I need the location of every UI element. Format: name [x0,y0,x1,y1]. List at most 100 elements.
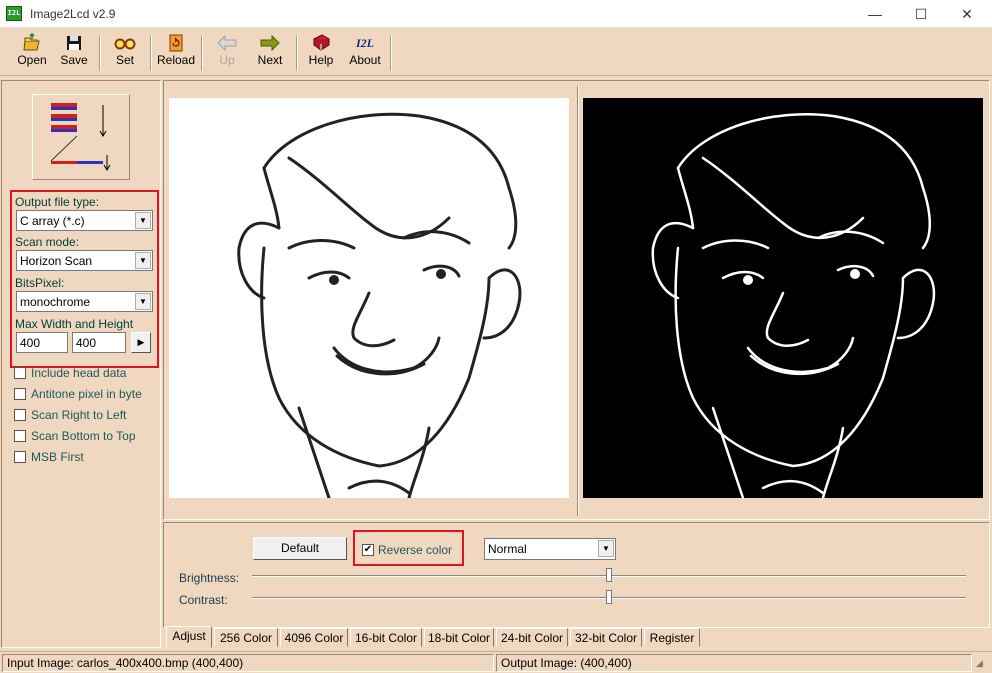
bits-pixel-value: monochrome [20,295,91,309]
tab-16-bit-color[interactable]: 16-bit Color [350,628,422,647]
chevron-down-icon[interactable]: ▼ [598,540,614,557]
tab-register[interactable]: Register [644,628,700,647]
open-label: Open [17,53,47,67]
about-label: About [349,53,381,67]
help-label: Help [308,53,334,67]
input-image-status: Input Image: carlos_400x400.bmp (400,400… [2,654,494,672]
tab-18-bit-color[interactable]: 18-bit Color [424,628,494,647]
i2l-logo-icon: I2L [356,36,374,50]
tab-24-bit-color[interactable]: 24-bit Color [496,628,568,647]
open-button[interactable]: Open [12,33,52,73]
status-bar: Input Image: carlos_400x400.bmp (400,400… [0,651,992,673]
save-label: Save [60,53,88,67]
scan-mode-value: Horizon Scan [20,254,93,268]
help-button[interactable]: Help [303,33,339,73]
play-arrow-icon: ▶ [137,337,145,347]
output-type-select[interactable]: C array (*.c) ▼ [16,210,153,231]
max-width-value: 400 [20,336,41,350]
tab-32-bit-color[interactable]: 32-bit Color [570,628,642,647]
glasses-icon [114,38,136,50]
close-button[interactable]: ✕ [944,0,990,28]
max-height-input[interactable]: 400 [72,332,126,353]
brightness-label: Brightness: [179,571,240,585]
color-mode-value: Normal [488,542,527,556]
reverse-color-checkbox[interactable]: ✔ [362,544,374,556]
option-checkbox[interactable] [14,388,26,400]
contrast-thumb[interactable] [606,590,612,604]
option-checkbox[interactable] [14,367,26,379]
option-label: Scan Right to Left [31,408,127,422]
max-size-label: Max Width and Height [15,317,134,331]
output-type-value: C array (*.c) [20,214,85,228]
toolbar: Open Save Set Reload Up Next Help I2L Ab… [0,29,992,76]
chevron-down-icon[interactable]: ▼ [135,293,151,310]
reload-button[interactable]: Reload [156,33,196,73]
brightness-thumb[interactable] [606,568,612,582]
max-width-input[interactable]: 400 [16,332,68,353]
reload-label: Reload [156,53,196,67]
image-divider [577,86,579,516]
caricature-drawing [237,112,522,500]
input-image [169,98,569,500]
toolbar-separator [201,35,203,71]
help-book-icon [313,34,330,51]
option-checkbox[interactable] [14,430,26,442]
resize-grip-icon[interactable]: ◢ [976,658,990,672]
set-button[interactable]: Set [107,33,143,73]
checkmark-icon: ✔ [363,544,373,555]
bits-pixel-select[interactable]: monochrome ▼ [16,291,153,312]
tab-adjust[interactable]: Adjust [166,626,212,648]
toolbar-separator [99,35,101,71]
up-button[interactable]: Up [210,33,244,73]
output-settings-group: Output file type: C array (*.c) ▼ Scan m… [10,190,159,368]
set-label: Set [115,53,134,67]
reverse-color-group: ✔ Reverse color [353,530,464,566]
save-button[interactable]: Save [56,33,92,73]
option-checkbox[interactable] [14,451,26,463]
tab-4096-color[interactable]: 4096 Color [280,628,348,647]
floppy-disk-icon [67,36,81,50]
open-folder-icon [23,33,40,51]
scan-preview [32,94,130,180]
reverse-color-label: Reverse color [378,543,453,557]
max-height-value: 400 [76,336,97,350]
up-label: Up [219,53,235,67]
output-image-status: Output Image: (400,400) [496,654,972,672]
right-arrow-icon [260,34,280,52]
up-arrow-icon [217,34,237,52]
toolbar-separator [150,35,152,71]
scan-direction-icon [50,103,111,171]
app-icon: I2L [6,6,22,21]
bits-pixel-label: BitsPixel: [15,276,65,290]
reload-icon [169,34,183,52]
settings-panel: Output file type: C array (*.c) ▼ Scan m… [1,80,161,648]
about-button[interactable]: I2L About [344,33,386,73]
caricature-inverted [651,113,936,500]
option-label: Include head data [31,366,127,380]
option-checkbox[interactable] [14,409,26,421]
default-button[interactable]: Default [253,537,347,560]
scan-mode-select[interactable]: Horizon Scan ▼ [16,250,153,271]
output-image [583,98,983,500]
apply-size-button[interactable]: ▶ [131,332,151,353]
output-type-label: Output file type: [15,195,100,209]
maximize-button[interactable]: ☐ [898,0,944,28]
scan-mode-label: Scan mode: [15,235,80,249]
toolbar-separator [390,35,392,71]
next-label: Next [257,53,283,67]
tab-256-color[interactable]: 256 Color [214,628,278,647]
contrast-label: Contrast: [179,593,228,607]
title-bar: I2L Image2Lcd v2.9 — ☐ ✕ [0,0,992,28]
adjust-panel: Default ✔ Reverse color Normal ▼ Brightn… [163,522,990,628]
chevron-down-icon[interactable]: ▼ [135,212,151,229]
minimize-button[interactable]: — [852,0,898,28]
color-mode-select[interactable]: Normal ▼ [484,538,616,560]
image-area [163,80,990,520]
toolbar-separator [296,35,298,71]
option-label: Antitone pixel in byte [31,387,142,401]
next-button[interactable]: Next [252,33,288,73]
window-title: Image2Lcd v2.9 [30,7,116,21]
option-label: MSB First [31,450,84,464]
chevron-down-icon[interactable]: ▼ [135,252,151,269]
option-label: Scan Bottom to Top [31,429,136,443]
